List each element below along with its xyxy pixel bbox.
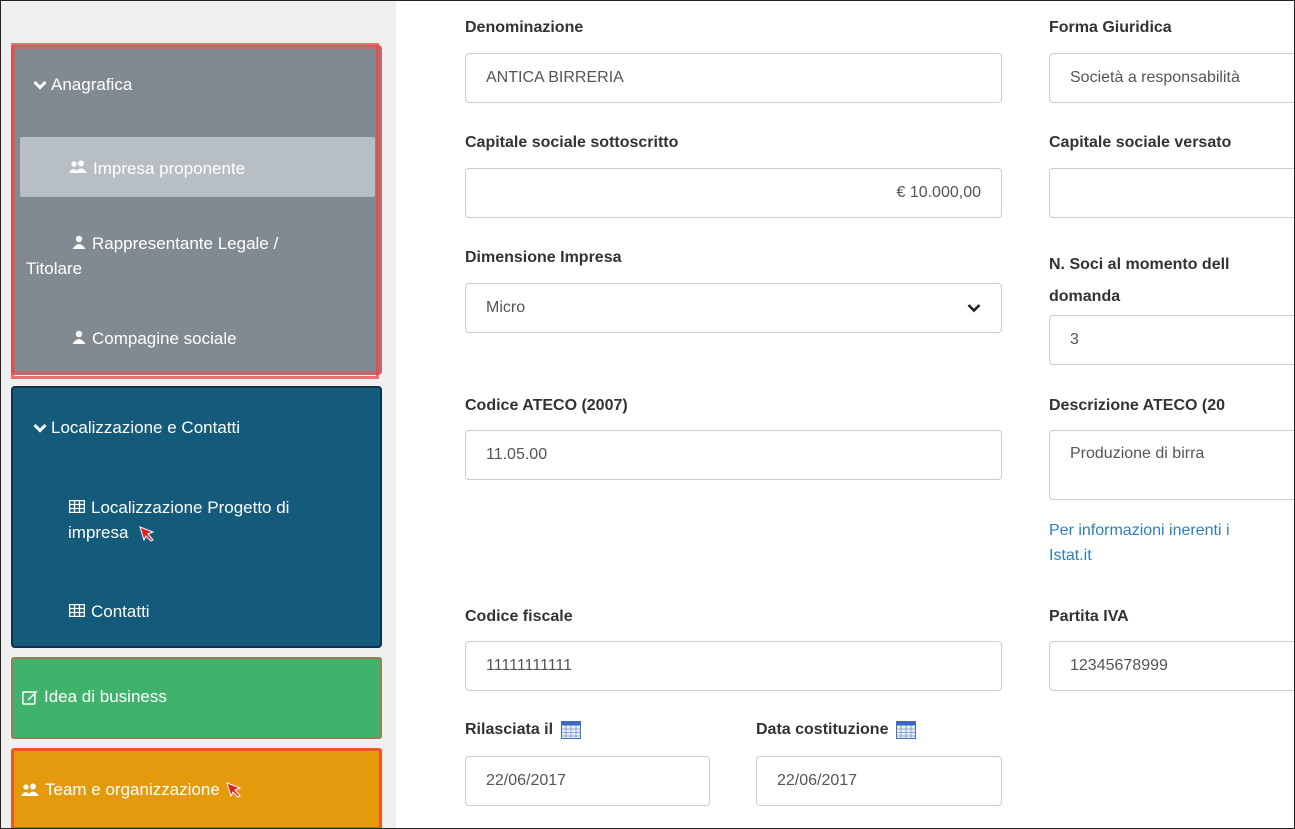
sidebar-section-localizzazione-header[interactable]: Localizzazione e Contatti [33, 418, 240, 438]
codice-ateco-input[interactable]: 11.05.00 [465, 430, 1002, 480]
descrizione-ateco-textarea[interactable]: Produzione di birra [1049, 430, 1294, 500]
capitale-sottoscritto-input[interactable]: € 10.000,00 [465, 168, 1002, 218]
sidebar-item-label: Impresa proponente [93, 159, 246, 178]
rilasciata-label: Rilasciata il [465, 721, 581, 739]
sidebar-section-anagrafica-header[interactable]: Anagrafica [33, 75, 132, 95]
edit-icon [22, 690, 38, 705]
rilasciata-label-text: Rilasciata il [465, 721, 554, 738]
partita-iva-label: Partita IVA [1049, 608, 1129, 625]
sidebar-item-label-line2: impresa [68, 523, 129, 542]
sidebar-item-label: Localizzazione Progetto di [91, 498, 290, 517]
denominazione-label: Denominazione [465, 19, 584, 36]
n-soci-label-line2: domanda [1049, 288, 1121, 305]
sidebar-section-localizzazione-title: Localizzazione e Contatti [51, 418, 241, 437]
n-soci-label-line1: N. Soci al momento dell [1049, 256, 1230, 273]
sidebar-item-rappresentante-legale[interactable]: Rappresentante Legale / Titolare [26, 231, 369, 281]
sidebar-item-label: Rappresentante Legale / [92, 234, 279, 253]
sidebar-item-localizzazione-progetto[interactable]: Localizzazione Progetto di impresa [68, 495, 374, 545]
users-icon [69, 160, 87, 173]
sidebar-item-compagine-sociale[interactable]: Compagine sociale [72, 326, 237, 351]
sidebar-section-team-header[interactable]: Team e organizzazione [21, 780, 242, 800]
sidebar-item-impresa-proponente[interactable]: Impresa proponente [69, 156, 245, 181]
n-soci-input[interactable]: 3 [1049, 315, 1294, 365]
forma-giuridica-input[interactable]: Società a responsabilità [1049, 53, 1294, 103]
codice-fiscale-label: Codice fiscale [465, 608, 573, 625]
calendar-icon[interactable] [560, 721, 581, 739]
data-costituzione-label: Data costituzione [756, 721, 916, 739]
red-arrow-cursor-icon [226, 782, 242, 798]
dimensione-impresa-label: Dimensione Impresa [465, 249, 622, 266]
chevron-down-icon [33, 80, 47, 90]
istat-info-link-line2: Istat.it [1049, 547, 1092, 564]
sidebar-section-idea-header[interactable]: Idea di business [22, 687, 167, 707]
sidebar-item-label: Compagine sociale [92, 329, 237, 348]
data-costituzione-label-text: Data costituzione [756, 721, 889, 738]
chevron-down-icon [967, 304, 981, 313]
sidebar-section-team[interactable]: Team e organizzazione [11, 748, 382, 828]
calendar-icon[interactable] [895, 721, 916, 739]
codice-fiscale-input[interactable]: 11111111111 [465, 641, 1002, 691]
table-icon [69, 604, 85, 617]
user-icon [72, 330, 86, 344]
dimensione-impresa-value: Micro [486, 299, 526, 316]
descrizione-ateco-label: Descrizione ATECO (20 [1049, 397, 1226, 414]
users-icon [21, 783, 39, 796]
sidebar-section-team-title: Team e organizzazione [45, 780, 220, 799]
forma-giuridica-label: Forma Giuridica [1049, 19, 1172, 36]
denominazione-input[interactable]: ANTICA BIRRERIA [465, 53, 1002, 103]
sidebar-section-idea-di-business[interactable]: Idea di business [11, 657, 382, 739]
sidebar-item-label: Contatti [91, 602, 150, 621]
sidebar-section-anagrafica-title: Anagrafica [51, 75, 133, 94]
sidebar-item-contatti[interactable]: Contatti [69, 599, 150, 624]
table-icon [69, 500, 85, 513]
partita-iva-input[interactable]: 12345678999 [1049, 641, 1294, 691]
n-soci-label: N. Soci al momento dell domanda [1049, 249, 1229, 313]
data-costituzione-input[interactable]: 22/06/2017 [756, 756, 1002, 806]
istat-info-link[interactable]: Per informazioni inerenti i Istat.it [1049, 518, 1230, 568]
user-icon [72, 235, 86, 249]
red-arrow-cursor-icon [139, 525, 155, 542]
sidebar-section-idea-title: Idea di business [44, 687, 167, 706]
screenshot-frame: Anagrafica Impresa proponente Rappresent… [0, 0, 1295, 829]
codice-ateco-label: Codice ATECO (2007) [465, 397, 628, 414]
capitale-sottoscritto-label: Capitale sociale sottoscritto [465, 134, 679, 151]
capitale-versato-label: Capitale sociale versato [1049, 134, 1232, 151]
sidebar-item-label-line2: Titolare [26, 259, 83, 278]
dimensione-impresa-select[interactable]: Micro [465, 283, 1002, 333]
chevron-down-icon [33, 423, 47, 433]
rilasciata-input[interactable]: 22/06/2017 [465, 756, 710, 806]
capitale-versato-input[interactable] [1049, 168, 1294, 218]
istat-info-link-line1: Per informazioni inerenti i [1049, 522, 1230, 539]
